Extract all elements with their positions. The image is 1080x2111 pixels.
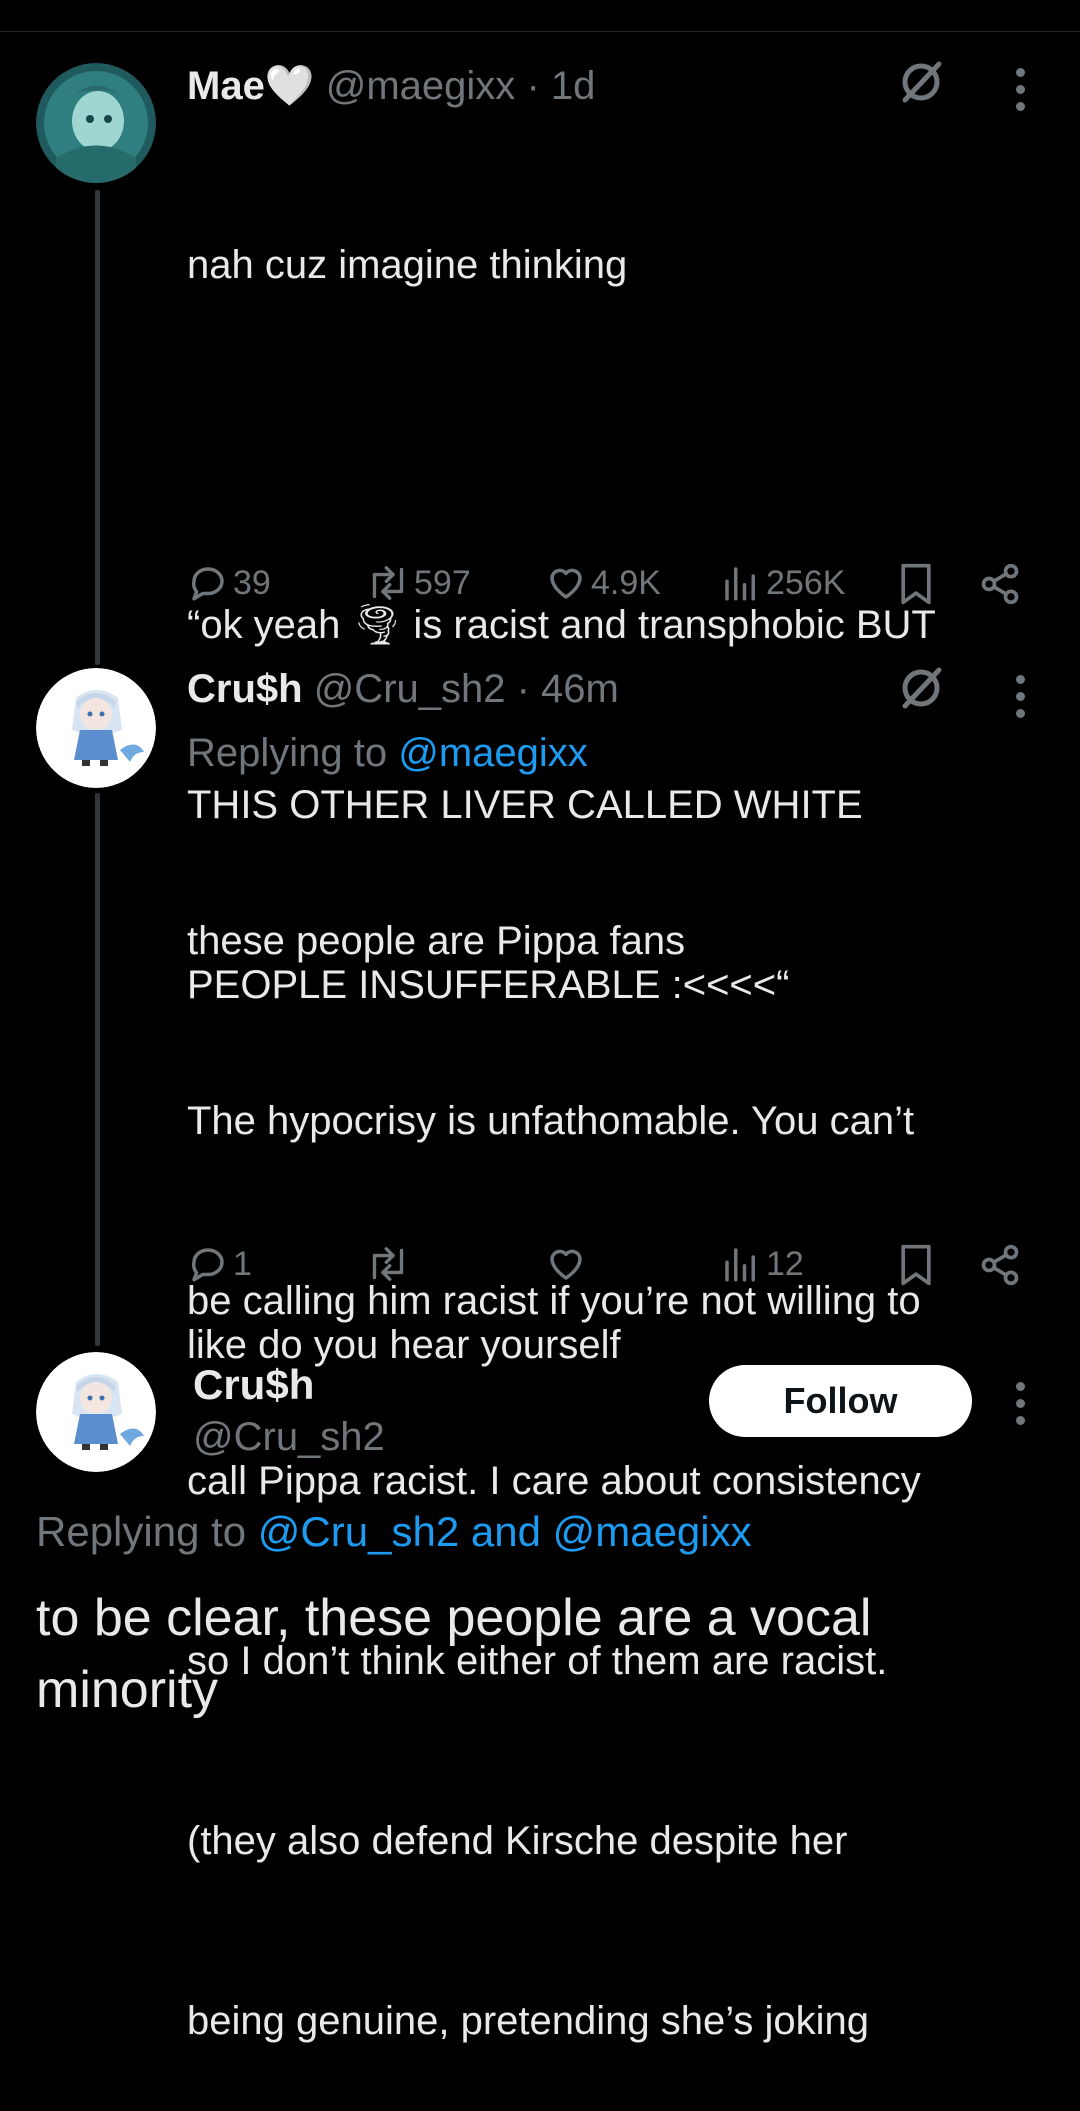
tweet-line: to be clear, these people are a vocal bbox=[36, 1589, 872, 1647]
repost-icon bbox=[372, 1247, 404, 1281]
replying-to: Replying to @Cru_sh2 and @maegixx bbox=[36, 1506, 752, 1558]
handle[interactable]: @Cru_sh2 bbox=[193, 1412, 385, 1462]
views-count: 12 bbox=[766, 1244, 804, 1283]
tweet-line: minority bbox=[36, 1661, 219, 1719]
display-name[interactable]: Cru$h bbox=[193, 1360, 314, 1410]
focused-tweet-body: to be clear, these people are a vocal mi… bbox=[36, 1582, 1056, 1726]
handle[interactable]: @maegixx bbox=[326, 64, 516, 108]
tweet-line: nah cuz imagine thinking bbox=[187, 243, 628, 287]
tweet-header: Cru$h @Cru_sh2 · 46m bbox=[187, 665, 619, 713]
avatar[interactable] bbox=[36, 1352, 156, 1472]
display-name[interactable]: Cru$h bbox=[187, 667, 303, 711]
like-button[interactable] bbox=[545, 1243, 591, 1285]
replying-to: Replying to @maegixx bbox=[187, 729, 588, 777]
repost-button[interactable]: 597 bbox=[366, 562, 471, 604]
mention-link[interactable]: @Cru_sh2 and @maegixx bbox=[258, 1508, 752, 1555]
reply-icon bbox=[191, 1248, 224, 1282]
thread-connector bbox=[95, 793, 100, 1346]
repost-icon bbox=[372, 566, 404, 600]
reply-count: 1 bbox=[233, 1244, 252, 1283]
thread-connector bbox=[95, 190, 100, 665]
reply-icon bbox=[191, 567, 224, 601]
tweet-line: these people are Pippa fans bbox=[187, 919, 686, 963]
reply-button[interactable]: 39 bbox=[187, 562, 271, 604]
no-entry-icon[interactable] bbox=[897, 664, 945, 717]
follow-button[interactable]: Follow bbox=[709, 1365, 972, 1437]
bookmark-icon[interactable] bbox=[896, 562, 936, 611]
share-icon[interactable] bbox=[978, 1243, 1022, 1292]
like-button[interactable]: 4.9K bbox=[545, 562, 661, 604]
views-count: 256K bbox=[766, 563, 846, 602]
replying-prefix: Replying to bbox=[36, 1508, 258, 1555]
like-icon bbox=[550, 568, 582, 599]
tweet-header: Mae🤍 @maegixx · 1d bbox=[187, 62, 595, 110]
mention-link[interactable]: @maegixx bbox=[398, 731, 588, 775]
views-button[interactable]: 12 bbox=[720, 1243, 804, 1285]
views-icon bbox=[725, 1248, 755, 1282]
timestamp[interactable]: · 46m bbox=[517, 667, 619, 711]
like-count: 4.9K bbox=[591, 563, 661, 602]
like-icon bbox=[550, 1249, 582, 1280]
more-icon[interactable] bbox=[1016, 68, 1026, 119]
views-icon bbox=[725, 567, 755, 601]
avatar[interactable] bbox=[36, 668, 156, 788]
views-button[interactable]: 256K bbox=[720, 562, 845, 604]
reply-button[interactable]: 1 bbox=[187, 1243, 252, 1285]
bookmark-icon[interactable] bbox=[896, 1243, 936, 1292]
timestamp[interactable]: · 1d bbox=[526, 64, 595, 108]
display-name[interactable]: Mae bbox=[187, 64, 265, 108]
tweet-line bbox=[187, 415, 1067, 475]
handle[interactable]: @Cru_sh2 bbox=[314, 667, 506, 711]
tweet-line: The hypocrisy is unfathomable. You can’t bbox=[187, 1099, 915, 1143]
more-icon[interactable] bbox=[1016, 675, 1026, 726]
heart-emoji: 🤍 bbox=[264, 64, 315, 108]
share-icon[interactable] bbox=[978, 562, 1022, 611]
no-entry-icon[interactable] bbox=[897, 58, 945, 111]
reply-count: 39 bbox=[233, 563, 271, 602]
tweet-line: being genuine, pretending she’s joking bbox=[187, 1999, 870, 2043]
more-icon[interactable] bbox=[1016, 1382, 1026, 1433]
avatar[interactable] bbox=[36, 63, 156, 183]
repost-count: 597 bbox=[414, 563, 471, 602]
top-divider bbox=[0, 31, 1080, 32]
repost-button[interactable] bbox=[366, 1243, 414, 1285]
tweet-line: (they also defend Kirsche despite her bbox=[187, 1819, 848, 1863]
replying-prefix: Replying to bbox=[187, 731, 399, 775]
